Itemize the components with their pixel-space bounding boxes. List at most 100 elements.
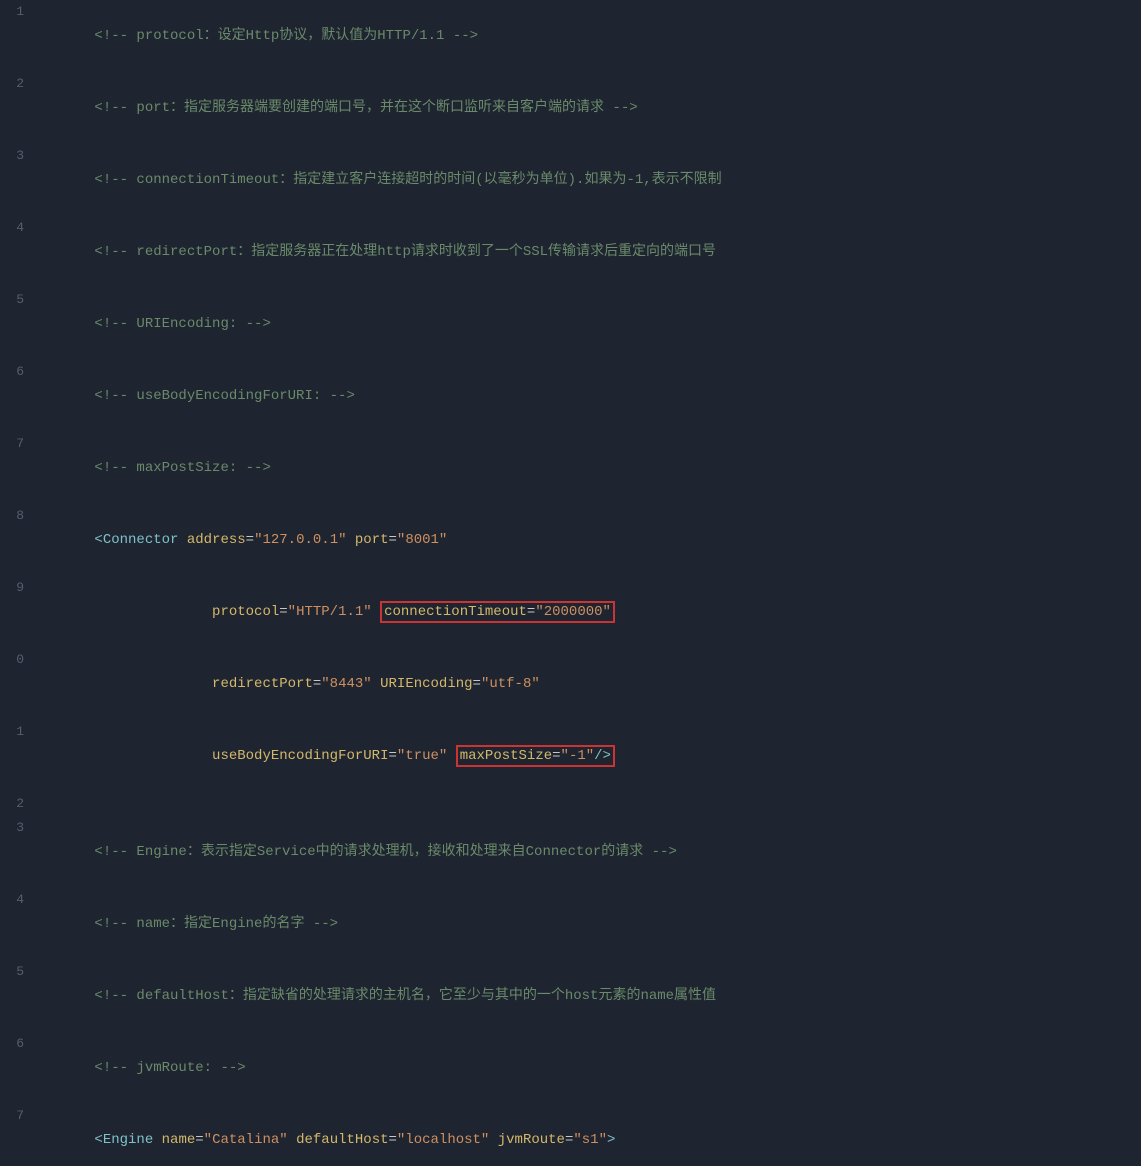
attr-default-host: defaultHost: [296, 1132, 388, 1148]
attr-max-post-size: maxPostSize: [460, 748, 552, 764]
line-content: <!-- port：指定服务器端要创建的端口号，并在这个断口监听来自客户端的请求…: [40, 72, 1141, 144]
code-line-8: 8 <Connector address="127.0.0.1" port="8…: [0, 504, 1141, 576]
attr-use-body-val: "true": [397, 748, 447, 764]
line-number: 4: [0, 888, 40, 912]
equals: =: [473, 676, 481, 692]
attr-max-post-size-val: "-1": [561, 748, 595, 764]
line-content: <!-- useBodyEncodingForURI: -->: [40, 360, 1141, 432]
line-number: 3: [0, 144, 40, 168]
self-close: />: [594, 748, 611, 764]
space: [178, 532, 186, 548]
equals: =: [389, 532, 397, 548]
code-line-15: 5 <!-- defaultHost：指定缺省的处理请求的主机名，它至少与其中的…: [0, 960, 1141, 1032]
comment-text: <!-- redirectPort：指定服务器正在处理http请求时收到了一个S…: [94, 244, 716, 260]
attr-name-val: "Catalina": [204, 1132, 288, 1148]
attr-jvm-route-val: "s1": [573, 1132, 607, 1148]
line-content: <!-- protocol：设定Http协议，默认值为HTTP/1.1 -->: [40, 0, 1141, 72]
line-number: 9: [0, 576, 40, 600]
line-number: 1: [0, 0, 40, 24]
line-content: <Connector address="127.0.0.1" port="800…: [40, 504, 1141, 576]
comment-text: <!-- Engine：表示指定Service中的请求处理机，接收和处理来自Co…: [94, 844, 676, 860]
line-number: 2: [0, 792, 40, 816]
tag-bracket: <: [94, 1132, 102, 1148]
space: [347, 532, 355, 548]
line-number: 4: [0, 216, 40, 240]
code-line-3: 3 <!-- connectionTimeout：指定建立客户连接超时的时间(以…: [0, 144, 1141, 216]
line-content: <!-- redirectPort：指定服务器正在处理http请求时收到了一个S…: [40, 216, 1141, 288]
equals: =: [565, 1132, 573, 1148]
line-number: 3: [0, 816, 40, 840]
space: [489, 1132, 497, 1148]
code-line-5: 5 <!-- URIEncoding: -->: [0, 288, 1141, 360]
line-number: 2: [0, 72, 40, 96]
attr-default-host-val: "localhost": [397, 1132, 489, 1148]
code-line-17: 7 <Engine name="Catalina" defaultHost="l…: [0, 1104, 1141, 1166]
equals: =: [313, 676, 321, 692]
comment-text: <!-- maxPostSize: -->: [94, 460, 270, 476]
connector-tag: Connector: [103, 532, 179, 548]
code-line-13: 3 <!-- Engine：表示指定Service中的请求处理机，接收和处理来自…: [0, 816, 1141, 888]
equals: =: [527, 604, 535, 620]
line-content: <!-- Engine：表示指定Service中的请求处理机，接收和处理来自Co…: [40, 816, 1141, 888]
attr-uri-encoding: URIEncoding: [380, 676, 472, 692]
code-line-10: 0 redirectPort="8443" URIEncoding="utf-8…: [0, 648, 1141, 720]
line-number: 5: [0, 288, 40, 312]
comment-text: <!-- defaultHost：指定缺省的处理请求的主机名，它至少与其中的一个…: [94, 988, 716, 1004]
equals: =: [388, 748, 396, 764]
comment-text: <!-- useBodyEncodingForURI: -->: [94, 388, 354, 404]
attr-port: port: [355, 532, 389, 548]
line-content: <!-- connectionTimeout：指定建立客户连接超时的时间(以毫秒…: [40, 144, 1141, 216]
attr-redirect-port: redirectPort: [212, 676, 313, 692]
attr-jvm-route: jvmRoute: [498, 1132, 565, 1148]
line-number: 0: [0, 648, 40, 672]
tag-bracket: <: [94, 532, 102, 548]
comment-text: <!-- jvmRoute: -->: [94, 1060, 245, 1076]
equals: =: [552, 748, 560, 764]
code-line-7: 7 <!-- maxPostSize: -->: [0, 432, 1141, 504]
code-line-14: 4 <!-- name：指定Engine的名字 -->: [0, 888, 1141, 960]
highlight-max-post-size: maxPostSize="-1"/>: [456, 745, 615, 767]
equals: =: [246, 532, 254, 548]
line-content: <!-- maxPostSize: -->: [40, 432, 1141, 504]
code-line-11: 1 useBodyEncodingForURI="true" maxPostSi…: [0, 720, 1141, 792]
attr-name: name: [162, 1132, 196, 1148]
code-line-16: 6 <!-- jvmRoute: -->: [0, 1032, 1141, 1104]
line-content: redirectPort="8443" URIEncoding="utf-8": [40, 648, 1141, 720]
code-editor: 1 <!-- protocol：设定Http协议，默认值为HTTP/1.1 --…: [0, 0, 1141, 1166]
line-content: <!-- name：指定Engine的名字 -->: [40, 888, 1141, 960]
line-content: <!-- jvmRoute: -->: [40, 1032, 1141, 1104]
comment-text: <!-- URIEncoding: -->: [94, 316, 270, 332]
attr-protocol: protocol: [212, 604, 279, 620]
attr-redirect-port-val: "8443": [321, 676, 371, 692]
attr-uri-encoding-val: "utf-8": [481, 676, 540, 692]
tag-close-bracket: >: [607, 1132, 615, 1148]
attr-address: address: [187, 532, 246, 548]
line-number: 1: [0, 720, 40, 744]
attr-connection-timeout-val: "2000000": [535, 604, 611, 620]
comment-text: <!-- name：指定Engine的名字 -->: [94, 916, 338, 932]
attr-use-body: useBodyEncodingForURI: [212, 748, 388, 764]
line-content: protocol = "HTTP/1.1" connectionTimeout="2…: [40, 576, 1141, 648]
space: [372, 604, 380, 620]
line-content: <Engine name="Catalina" defaultHost="loc…: [40, 1104, 1141, 1166]
comment-text: <!-- connectionTimeout：指定建立客户连接超时的时间(以毫秒…: [94, 172, 721, 188]
code-line-9: 9 protocol = "HTTP/1.1" connectionTimeout=…: [0, 576, 1141, 648]
space: [288, 1132, 296, 1148]
indent: [94, 676, 212, 692]
attr-connection-timeout: connectionTimeout: [384, 604, 527, 620]
code-line-6: 6 <!-- useBodyEncodingForURI: -->: [0, 360, 1141, 432]
code-line-12: 2: [0, 792, 1141, 816]
code-line-1: 1 <!-- protocol：设定Http协议，默认值为HTTP/1.1 --…: [0, 0, 1141, 72]
equals: =: [389, 1132, 397, 1148]
code-line-4: 4 <!-- redirectPort：指定服务器正在处理http请求时收到了一…: [0, 216, 1141, 288]
line-number: 6: [0, 1032, 40, 1056]
highlight-connection-timeout: connectionTimeout="2000000": [380, 601, 615, 623]
attr-protocol-val: "HTTP/1.1": [288, 604, 372, 620]
line-number: 7: [0, 432, 40, 456]
space: [153, 1132, 161, 1148]
line-content: <!-- URIEncoding: -->: [40, 288, 1141, 360]
comment-text: <!-- protocol：设定Http协议，默认值为HTTP/1.1 -->: [94, 28, 478, 44]
space: [372, 676, 380, 692]
indent: [94, 604, 212, 620]
equals: =: [195, 1132, 203, 1148]
